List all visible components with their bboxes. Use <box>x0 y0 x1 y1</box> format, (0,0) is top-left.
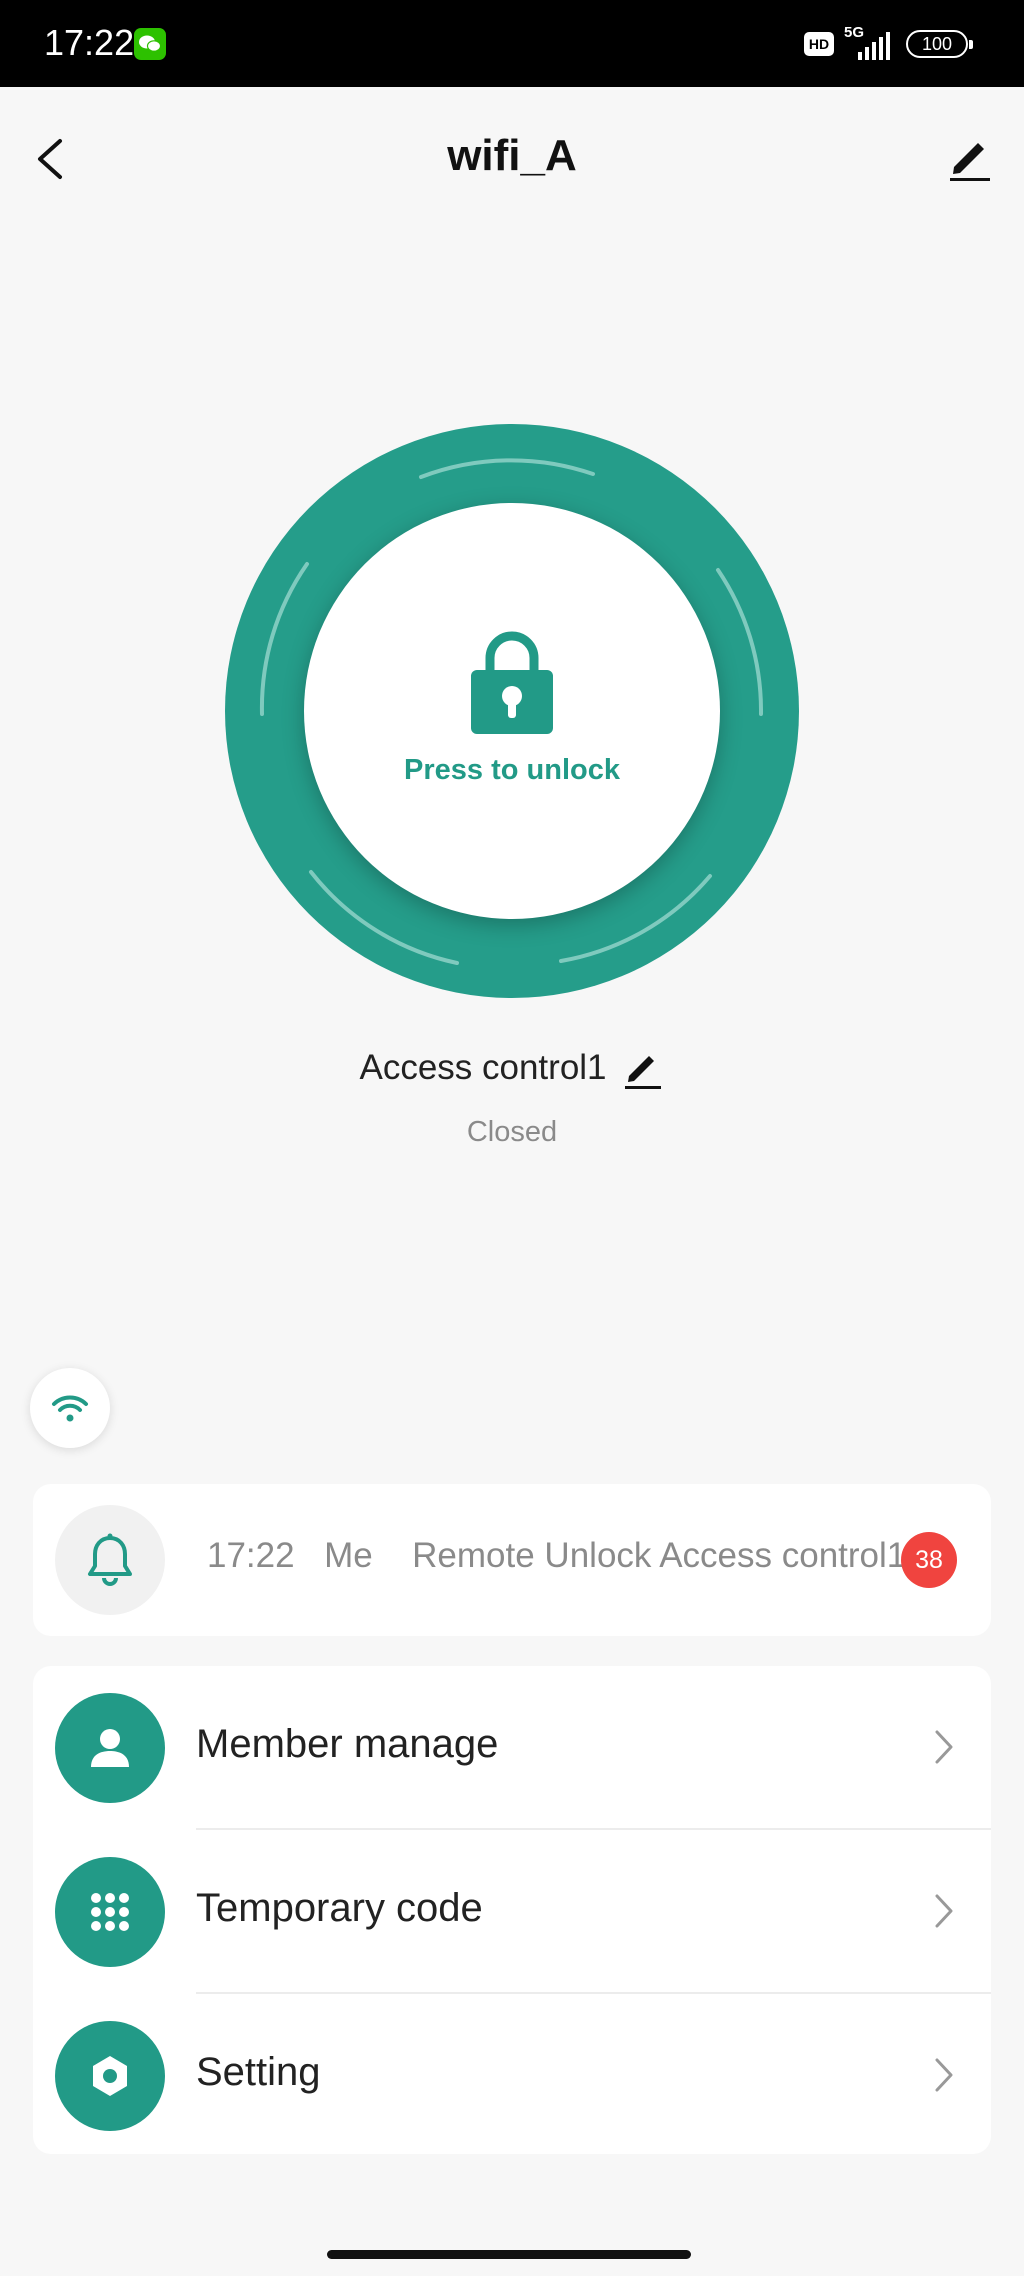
notification-count-badge: 38 <box>901 1532 957 1588</box>
battery-icon: 100 <box>906 30 973 58</box>
menu-item-label: Temporary code <box>196 1886 483 1930</box>
status-time: 17:22 <box>44 22 135 63</box>
chevron-right-icon <box>935 1894 953 1928</box>
chevron-right-icon <box>935 1730 953 1764</box>
notification-card[interactable]: 17:22 Me Remote Unlock Access control1 3… <box>33 1484 991 1636</box>
battery-level: 100 <box>921 33 953 54</box>
person-icon <box>55 1693 165 1803</box>
unlock-dial: Press to unlock <box>225 424 799 998</box>
hd-icon: HD <box>804 32 834 56</box>
wifi-status-button[interactable] <box>30 1368 110 1448</box>
wechat-icon <box>134 28 166 60</box>
device-status: Closed <box>466 1116 558 1148</box>
edit-title-button[interactable] <box>944 131 996 183</box>
nav-bar: wifi_A <box>0 87 1024 227</box>
edit-device-name-button[interactable] <box>621 1046 665 1090</box>
notification-text: 17:22 Me Remote Unlock Access control1 <box>207 1536 906 1576</box>
signal-icon: 5G <box>844 24 896 62</box>
keypad-icon <box>55 1857 165 1967</box>
home-indicator[interactable] <box>327 2250 691 2259</box>
wifi-icon <box>52 1395 88 1422</box>
device-name-row: Access control1 <box>0 1046 1024 1090</box>
status-bar: 17:22 HD 5G 100 <box>0 0 1024 87</box>
menu-item-label: Setting <box>196 2050 321 2094</box>
pencil-icon <box>950 143 990 181</box>
menu-item-setting[interactable]: Setting <box>33 1994 991 2154</box>
notification-message: Remote Unlock Access control1 <box>412 1536 907 1575</box>
pencil-icon <box>624 1056 661 1089</box>
page-title: wifi_A <box>447 131 577 180</box>
bell-icon-container <box>55 1505 165 1615</box>
menu-item-label: Member manage <box>196 1722 499 1766</box>
menu-item-temporary-code[interactable]: Temporary code <box>33 1830 991 1994</box>
unlock-label: Press to unlock <box>404 753 620 786</box>
menu-list: Member manage Temporary code Setting <box>33 1666 991 2154</box>
unlock-button[interactable]: Press to unlock <box>304 503 720 919</box>
notification-user: Me <box>324 1536 373 1575</box>
notification-time: 17:22 <box>207 1536 295 1575</box>
bell-icon <box>88 1533 132 1586</box>
chevron-right-icon <box>935 2058 953 2092</box>
gear-icon <box>55 2021 165 2131</box>
device-name: Access control1 <box>359 1048 607 1087</box>
lock-icon <box>471 631 553 734</box>
menu-item-member-manage[interactable]: Member manage <box>33 1666 991 1830</box>
